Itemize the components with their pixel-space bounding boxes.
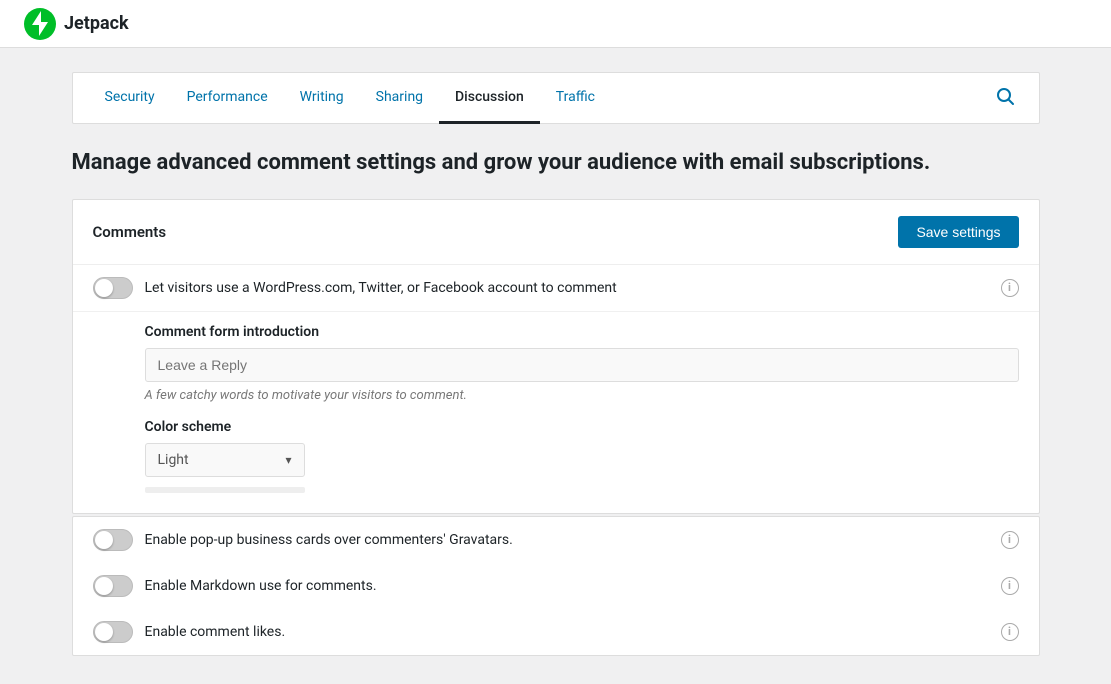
nested-settings: Comment form introduction A few catchy w… [73, 312, 1039, 513]
tab-bar: Security Performance Writing Sharing Dis… [73, 73, 1039, 123]
tab-security[interactable]: Security [89, 73, 171, 124]
tab-traffic[interactable]: Traffic [540, 73, 611, 124]
color-scheme-select[interactable]: Light ▾ [145, 443, 305, 477]
search-icon[interactable] [987, 78, 1023, 119]
tab-performance[interactable]: Performance [171, 73, 284, 124]
tab-sharing[interactable]: Sharing [360, 73, 439, 124]
likes-toggle-label: Enable comment likes. [145, 624, 989, 640]
visitor-toggle-row: Let visitors use a WordPress.com, Twitte… [73, 265, 1039, 312]
markdown-toggle-label: Enable Markdown use for comments. [145, 578, 989, 594]
card-title: Comments [93, 223, 167, 241]
markdown-info-icon[interactable]: i [1001, 577, 1019, 595]
comment-form-input[interactable] [145, 348, 1019, 382]
card-header: Comments Save settings [73, 200, 1039, 265]
save-settings-button[interactable]: Save settings [898, 216, 1018, 248]
visitor-info-icon[interactable]: i [1001, 279, 1019, 297]
likes-info-icon[interactable]: i [1001, 623, 1019, 641]
markdown-toggle[interactable] [93, 575, 133, 597]
gravatar-toggle[interactable] [93, 529, 133, 551]
app-name: Jetpack [64, 13, 129, 34]
chevron-down-icon: ▾ [285, 453, 291, 467]
color-preview-bar [145, 487, 305, 493]
comment-form-label: Comment form introduction [145, 324, 1019, 340]
gravatar-toggle-row: Enable pop-up business cards over commen… [73, 517, 1039, 563]
app-header: Jetpack [0, 0, 1111, 48]
visitor-toggle[interactable] [93, 277, 133, 299]
gravatar-info-icon[interactable]: i [1001, 531, 1019, 549]
page-container: Security Performance Writing Sharing Dis… [56, 48, 1056, 682]
tab-discussion[interactable]: Discussion [439, 73, 540, 124]
likes-toggle[interactable] [93, 621, 133, 643]
comment-form-hint: A few catchy words to motivate your visi… [145, 388, 1019, 403]
page-title: Manage advanced comment settings and gro… [72, 148, 1040, 179]
app-logo: Jetpack [24, 8, 129, 40]
tab-bar-wrapper: Security Performance Writing Sharing Dis… [72, 72, 1040, 124]
jetpack-logo-icon [24, 8, 56, 40]
extra-toggles-card: Enable pop-up business cards over commen… [72, 516, 1040, 656]
likes-toggle-row: Enable comment likes. i [73, 609, 1039, 655]
color-scheme-label: Color scheme [145, 419, 1019, 435]
tab-writing[interactable]: Writing [284, 73, 360, 124]
color-scheme-value: Light [158, 452, 189, 468]
comments-card: Comments Save settings Let visitors use … [72, 199, 1040, 514]
markdown-toggle-row: Enable Markdown use for comments. i [73, 563, 1039, 609]
gravatar-toggle-label: Enable pop-up business cards over commen… [145, 532, 989, 548]
visitor-toggle-label: Let visitors use a WordPress.com, Twitte… [145, 280, 989, 296]
